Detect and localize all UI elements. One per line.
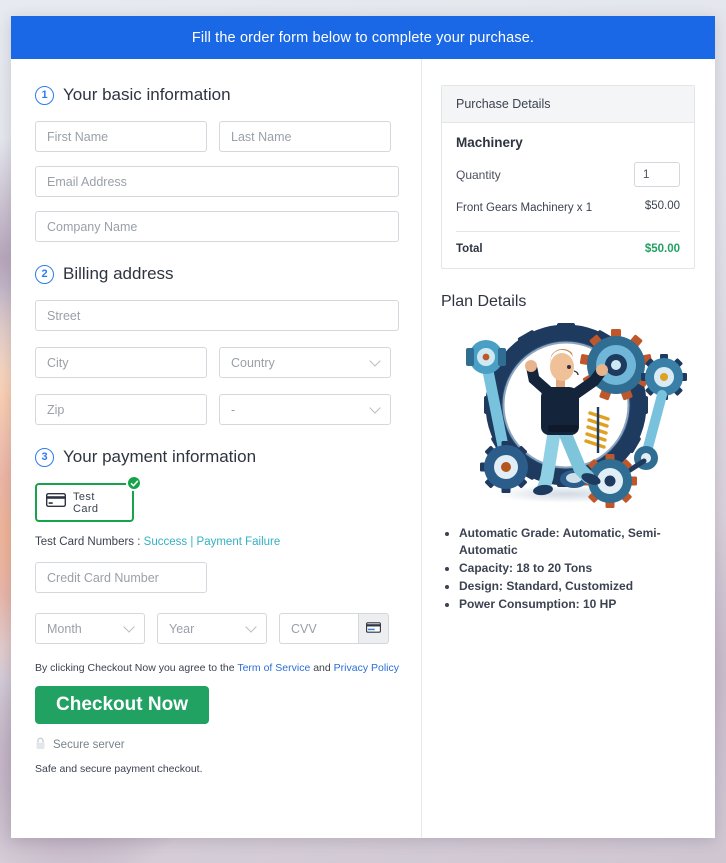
credit-card-icon: [45, 492, 67, 512]
quantity-row: Quantity 1: [456, 162, 680, 187]
page-root: Fill the order form below to complete yo…: [0, 0, 726, 863]
section-payment-information-header: 3 Your payment information: [35, 447, 399, 467]
plan-details-title: Plan Details: [441, 292, 527, 310]
lock-icon: [35, 737, 46, 753]
checkout-now-button[interactable]: Checkout Now: [35, 686, 209, 724]
product-name: Machinery: [456, 135, 523, 150]
purchase-details-body: Machinery Quantity 1 Front Gears Machine…: [442, 123, 694, 268]
banner-text: Fill the order form below to complete yo…: [191, 29, 535, 46]
line-item-row: Front Gears Machinery x 1 $50.00: [456, 200, 680, 217]
link-separator: |: [190, 536, 194, 548]
terms-prefix: By clicking Checkout Now you agree to th…: [35, 662, 235, 674]
step-number-2: 2: [35, 264, 54, 284]
list-item: Power Consumption: 10 HP: [459, 596, 695, 613]
list-item: Automatic Grade: Automatic, Semi-Automat…: [459, 525, 695, 559]
quantity-input[interactable]: 1: [634, 162, 680, 187]
expiry-year-select[interactable]: Year: [157, 613, 267, 644]
total-divider: [456, 230, 680, 232]
section-billing-address-header: 2 Billing address: [35, 264, 399, 284]
quantity-label: Quantity: [456, 167, 501, 182]
purchase-details-title: Purchase Details: [442, 86, 694, 123]
terms-text: By clicking Checkout Now you agree to th…: [35, 662, 399, 674]
page-banner: Fill the order form below to complete yo…: [11, 16, 715, 59]
city-input[interactable]: City: [35, 347, 207, 378]
last-name-input[interactable]: Last Name: [219, 121, 391, 152]
total-label: Total: [456, 242, 483, 255]
name-row: First Name Last Name: [35, 121, 399, 152]
purchase-details-panel: Purchase Details Machinery Quantity 1 Fr…: [441, 85, 695, 269]
zip-input[interactable]: Zip: [35, 394, 207, 425]
credit-card-number-input[interactable]: Credit Card Number: [35, 562, 207, 593]
content-body: 1 Your basic information First Name Last…: [11, 59, 715, 838]
country-select[interactable]: Country: [219, 347, 391, 378]
summary-column: Purchase Details Machinery Quantity 1 Fr…: [421, 59, 715, 838]
expiry-cvv-row: Month Year CVV: [35, 613, 399, 644]
payment-failure-link[interactable]: Payment Failure: [197, 536, 281, 548]
card-back-icon: [366, 620, 381, 638]
secure-server-note: Secure server: [35, 737, 399, 753]
cvv-group: CVV: [279, 613, 389, 644]
test-card-numbers-label: Test Card Numbers :: [35, 536, 141, 548]
section-payment-information-title: Your payment information: [63, 447, 257, 466]
zip-state-row: Zip -: [35, 394, 399, 425]
section-billing-address-title: Billing address: [63, 264, 174, 283]
total-amount: $50.00: [644, 242, 680, 255]
step-number-1: 1: [35, 85, 54, 105]
step-number-3: 3: [35, 447, 54, 467]
state-select[interactable]: -: [219, 394, 391, 425]
cvv-help-button[interactable]: [358, 613, 389, 644]
section-basic-information-header: 1 Your basic information: [35, 85, 399, 105]
test-card-option[interactable]: Test Card: [35, 475, 142, 522]
list-item: Design: Standard, Customized: [459, 578, 695, 595]
privacy-policy-link[interactable]: Privacy Policy: [334, 662, 399, 674]
secure-server-label: Secure server: [53, 739, 125, 751]
checkout-card: Fill the order form below to complete yo…: [11, 16, 715, 838]
machinery-illustration: [441, 321, 695, 511]
section-basic-information-title: Your basic information: [63, 85, 231, 104]
terms-and: and: [313, 662, 331, 674]
line-item-amount: $50.00: [644, 200, 680, 212]
plan-features-list: Automatic Grade: Automatic, Semi-Automat…: [441, 525, 695, 613]
term-of-service-link[interactable]: Term of Service: [237, 662, 310, 674]
test-card-label: Test Card: [73, 490, 99, 515]
city-country-row: City Country: [35, 347, 399, 378]
first-name-input[interactable]: First Name: [35, 121, 207, 152]
company-name-input[interactable]: Company Name: [35, 211, 399, 242]
total-row: Total $50.00: [456, 243, 680, 255]
line-item-name: Front Gears Machinery x 1: [456, 202, 593, 214]
list-item: Capacity: 18 to 20 Tons: [459, 560, 695, 577]
email-address-input[interactable]: Email Address: [35, 166, 399, 197]
safe-checkout-note: Safe and secure payment checkout.: [35, 763, 203, 775]
test-card-numbers-line: Test Card Numbers : Success | Payment Fa…: [35, 536, 399, 548]
success-link[interactable]: Success: [144, 536, 187, 548]
test-card-tile[interactable]: Test Card: [35, 483, 134, 522]
cvv-input[interactable]: CVV: [279, 613, 358, 644]
form-column: 1 Your basic information First Name Last…: [11, 59, 421, 838]
expiry-month-select[interactable]: Month: [35, 613, 145, 644]
check-circle-icon: [126, 475, 142, 491]
street-input[interactable]: Street: [35, 300, 399, 331]
